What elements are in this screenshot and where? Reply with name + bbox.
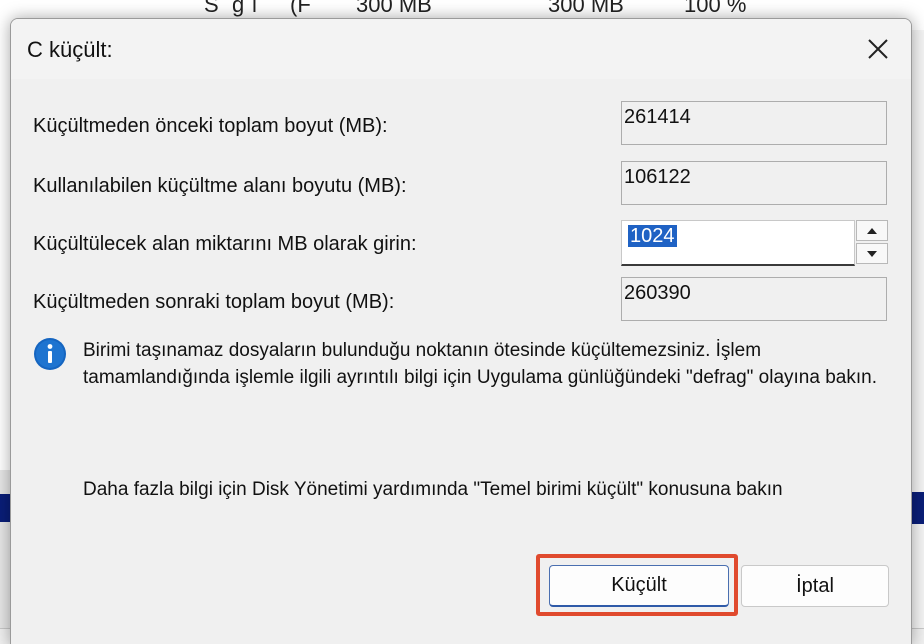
shrink-amount-label: Küçültülecek alan miktarını MB olarak gi…: [33, 233, 417, 255]
cancel-button[interactable]: İptal: [741, 565, 889, 607]
spinner-down-button[interactable]: [856, 243, 888, 264]
available-shrink-value: 106122: [621, 161, 887, 205]
background-text: 100 %: [684, 0, 747, 17]
background-text: 300 MB: [356, 0, 432, 17]
shrink-amount-input[interactable]: 1024: [621, 220, 855, 266]
close-button[interactable]: [845, 19, 911, 79]
spinner-up-button[interactable]: [856, 220, 888, 241]
total-size-before-label: Küçültmeden önceki toplam boyut (MB):: [33, 115, 388, 137]
shrink-amount-value: 1024: [628, 225, 677, 247]
help-text: Daha fazla bilgi için Disk Yönetimi yard…: [83, 479, 783, 500]
total-size-after-value: 260390: [621, 277, 887, 321]
triangle-down-icon: [867, 250, 877, 257]
shrink-dialog: C küçült: Küçültmeden önceki toplam boyu…: [10, 18, 912, 644]
shrink-button[interactable]: Küçült: [549, 565, 729, 607]
info-icon: [33, 337, 67, 371]
background-window-edge: [910, 30, 924, 644]
background-text: l: [252, 0, 257, 17]
shrink-amount-spinner[interactable]: [856, 220, 888, 264]
available-shrink-label: Kullanılabilen küçültme alanı boyutu (MB…: [33, 175, 407, 197]
background-text: 300 MB: [548, 0, 624, 17]
total-size-before-value: 261414: [621, 101, 887, 145]
info-message: Birimi taşınamaz dosyaların bulunduğu no…: [83, 340, 877, 388]
total-size-after-label: Küçültmeden sonraki toplam boyut (MB):: [33, 291, 395, 313]
background-text: ğ: [232, 0, 245, 17]
background-text: (F: [290, 0, 311, 17]
triangle-up-icon: [867, 227, 877, 234]
background-selected-row: [910, 492, 924, 524]
background-selected-row: [0, 494, 10, 522]
background-text: S: [204, 0, 219, 17]
dialog-title: C küçült:: [27, 37, 113, 62]
dialog-titlebar: C küçült:: [11, 19, 911, 79]
close-icon: [868, 39, 888, 59]
